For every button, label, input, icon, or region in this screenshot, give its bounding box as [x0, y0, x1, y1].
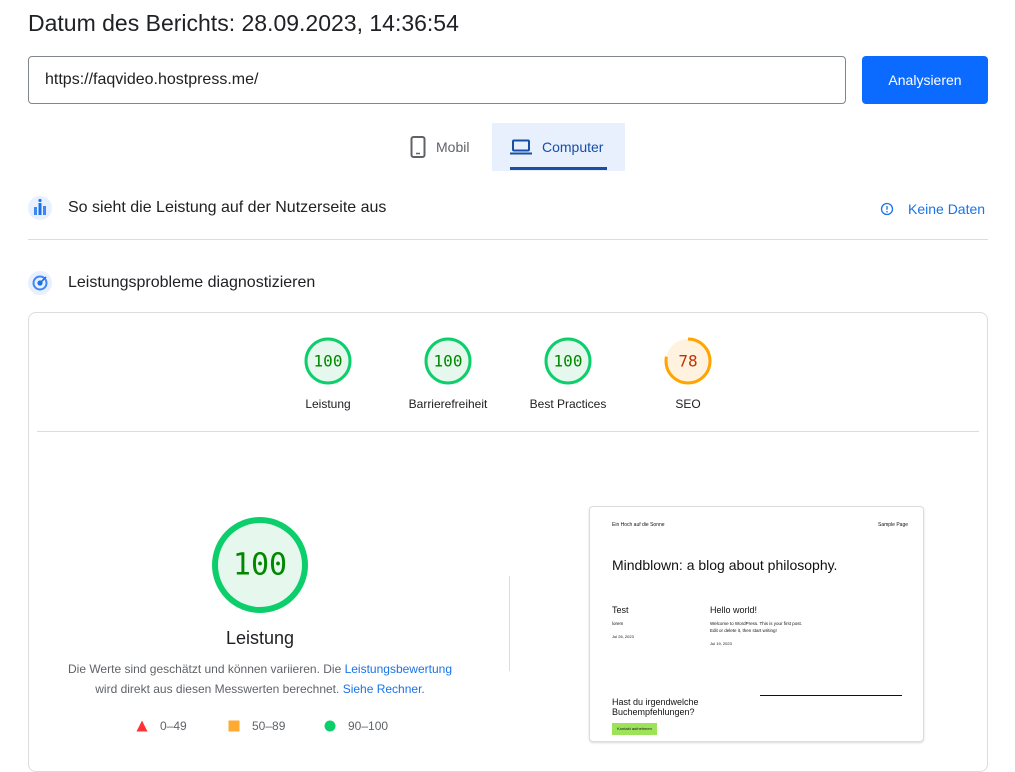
- desc-text-1: Die Werte sind geschätzt und können vari…: [67, 662, 345, 676]
- shot-post2-line1: Welcome to WordPress. This is your first…: [710, 621, 803, 626]
- diagnose-icon: [28, 271, 52, 300]
- no-data-link[interactable]: Keine Daten: [908, 201, 985, 217]
- calculator-link[interactable]: Siehe Rechner.: [343, 682, 425, 696]
- report-date-title: Datum des Berichts: 28.09.2023, 14:36:54: [28, 10, 459, 36]
- main-gauge-performance[interactable]: 100: [209, 514, 311, 616]
- gauge-seo-value: 78: [678, 352, 697, 371]
- shot-post2-date: Jul 19, 2023: [710, 641, 732, 646]
- gauge-label-performance: Leistung: [305, 397, 351, 411]
- gauge-best-practices[interactable]: 100: [543, 336, 593, 386]
- shot-cta-button: Kontakt aufnehmen: [612, 723, 657, 735]
- legend-fail-range: 0–49: [160, 719, 187, 733]
- card-divider: [37, 431, 979, 432]
- gauge-performance-value: 100: [314, 352, 343, 371]
- shot-post2-title: Hello world!: [710, 605, 758, 615]
- shot-cta-line1: Hast du irgendwelche: [612, 697, 699, 707]
- main-score-label: Leistung: [225, 628, 295, 648]
- legend-average-range: 50–89: [252, 719, 286, 733]
- phone-icon: [410, 136, 426, 158]
- score-description: Die Werte sind geschätzt und können vari…: [60, 659, 460, 699]
- shot-nav-item: Sample Page: [878, 522, 909, 528]
- analyze-button[interactable]: Analysieren: [862, 56, 988, 104]
- tab-desktop-label: Computer: [542, 139, 604, 155]
- triangle-icon: [136, 720, 148, 732]
- legend-average: 50–89: [228, 719, 285, 733]
- shot-post1-date: Jul 26, 2023: [612, 634, 634, 639]
- section-divider: [28, 239, 988, 240]
- shot-post1-text: lorem: [612, 621, 624, 626]
- legend-fail: 0–49: [136, 719, 187, 733]
- shot-divider-line: [760, 695, 902, 696]
- gauge-accessibility-value: 100: [434, 352, 463, 371]
- square-icon: [228, 720, 240, 732]
- legend-pass: 90–100: [324, 719, 388, 733]
- info-icon: [880, 202, 894, 216]
- gauge-seo[interactable]: 78: [663, 336, 713, 386]
- laptop-icon: [510, 139, 532, 155]
- gauge-label-best-practices: Best Practices: [529, 397, 607, 411]
- field-data-title: So sieht die Leistung auf der Nutzerseit…: [68, 199, 387, 216]
- gauge-performance[interactable]: 100: [303, 336, 353, 386]
- active-tab-indicator: [510, 167, 607, 170]
- gauge-accessibility[interactable]: 100: [423, 336, 473, 386]
- main-gauge-performance-value: 100: [233, 548, 287, 583]
- shot-headline: Mindblown: a blog about philosophy.: [612, 557, 838, 573]
- vertical-separator: [509, 576, 510, 671]
- gauge-best-practices-value: 100: [554, 352, 583, 371]
- performance-score-link[interactable]: Leistungsbewertung: [345, 662, 452, 676]
- url-input[interactable]: [28, 56, 846, 104]
- legend-pass-range: 90–100: [348, 719, 389, 733]
- page-screenshot: Ein Hoch auf die Sonne Sample Page Mindb…: [589, 506, 924, 742]
- circle-icon: [324, 720, 336, 732]
- diagnose-title: Leistungsprobleme diagnostizieren: [68, 274, 316, 291]
- gauge-label-accessibility: Barrierefreiheit: [408, 397, 488, 411]
- tab-desktop[interactable]: Computer: [492, 123, 625, 171]
- shot-post1-title: Test: [612, 605, 629, 615]
- shot-site-name: Ein Hoch auf die Sonne: [612, 522, 665, 528]
- shot-post2-line2: Edit or delete it, then start writing!: [710, 628, 777, 633]
- gauge-label-seo: SEO: [675, 397, 701, 411]
- tab-mobile[interactable]: Mobil: [392, 123, 492, 171]
- desc-text-2: wird direkt aus diesen Messwerten berech…: [95, 682, 343, 696]
- shot-cta-line2: Buchempfehlungen?: [612, 707, 695, 717]
- tab-mobile-label: Mobil: [436, 139, 470, 155]
- field-data-icon: [28, 196, 52, 225]
